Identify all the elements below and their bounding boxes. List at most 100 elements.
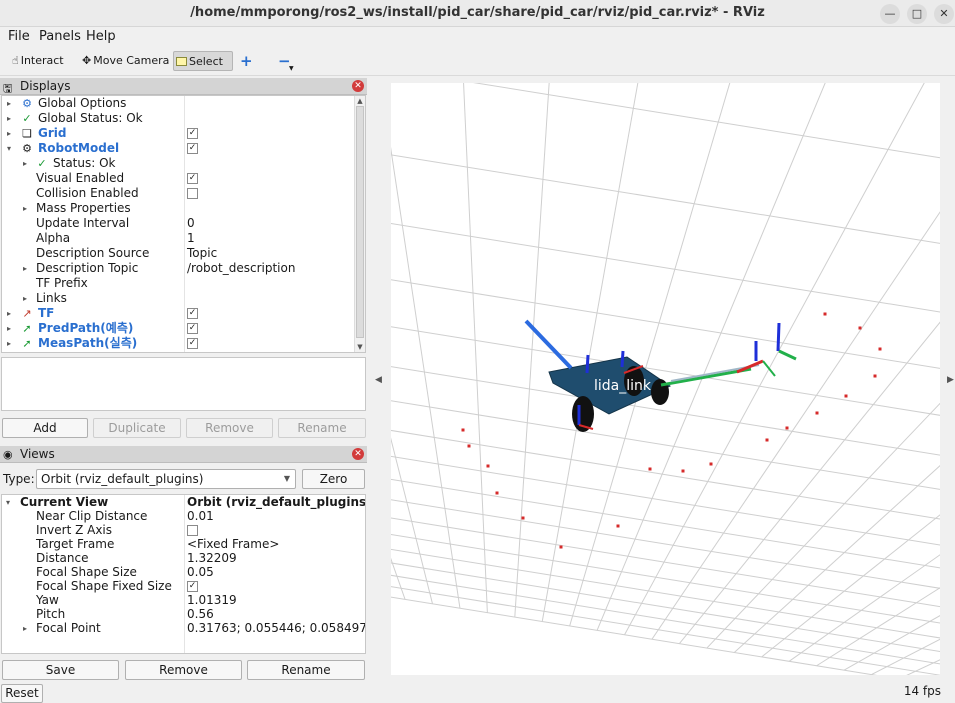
- row-value[interactable]: 0: [187, 216, 195, 231]
- collapse-left-icon[interactable]: ◀: [375, 375, 382, 385]
- displays-tree[interactable]: ▸ ⚙ Global Options ▸ ✓ Global Status: Ok…: [1, 95, 366, 353]
- expand-arrow-icon[interactable]: ▸: [7, 321, 17, 336]
- tf-checkbox[interactable]: ✓: [187, 308, 198, 319]
- remove-display-button[interactable]: Remove: [186, 418, 273, 438]
- display-tf[interactable]: ▸ ↗ TF ✓: [2, 306, 356, 321]
- prop-near-clip[interactable]: Near Clip Distance 0.01: [2, 509, 365, 524]
- prop-mass-properties[interactable]: ▸ Mass Properties: [2, 201, 356, 216]
- prop-pitch[interactable]: Pitch 0.56: [2, 607, 365, 622]
- display-grid[interactable]: ▸ ❏ Grid ✓: [2, 126, 356, 141]
- interact-tool-button[interactable]: ☝ Interact: [10, 51, 64, 71]
- row-value[interactable]: 0.01: [187, 509, 214, 524]
- expand-arrow-icon[interactable]: ▸: [7, 96, 17, 111]
- expand-arrow-icon[interactable]: ▸: [7, 111, 17, 126]
- prop-tf-prefix[interactable]: TF Prefix: [2, 276, 356, 291]
- zero-button[interactable]: Zero: [302, 469, 365, 489]
- add-display-button[interactable]: Add: [2, 418, 88, 438]
- display-robot-model[interactable]: ▾ ⚙ RobotModel ✓: [2, 141, 356, 156]
- row-value[interactable]: 1.32209: [187, 551, 237, 566]
- prop-focal-shape-size[interactable]: Focal Shape Size 0.05: [2, 565, 365, 580]
- reset-button[interactable]: Reset: [1, 684, 43, 703]
- row-label: Description Topic: [36, 261, 139, 275]
- prop-distance[interactable]: Distance 1.32209: [2, 551, 365, 566]
- collapse-arrow-icon[interactable]: ▾: [7, 141, 17, 156]
- interact-label: Interact: [20, 54, 64, 67]
- expand-arrow-icon[interactable]: ▸: [23, 201, 33, 216]
- row-value[interactable]: 1: [187, 231, 195, 246]
- focal-shape-fixed-checkbox[interactable]: ✓: [187, 581, 198, 592]
- expand-arrow-icon[interactable]: ▸: [23, 156, 33, 171]
- prop-collision-enabled[interactable]: Collision Enabled: [2, 186, 356, 201]
- prop-focal-point[interactable]: ▸ Focal Point 0.31763; 0.055446; 0.05849…: [2, 621, 365, 636]
- menu-file[interactable]: File: [8, 29, 30, 44]
- expand-arrow-icon[interactable]: ▸: [23, 621, 33, 636]
- row-value[interactable]: 0.05: [187, 565, 214, 580]
- row-value[interactable]: /robot_description: [187, 261, 295, 276]
- views-title: Views: [20, 447, 55, 461]
- select-tool-button[interactable]: Select: [173, 51, 233, 71]
- menu-panels[interactable]: Panels: [39, 29, 81, 44]
- row-value[interactable]: Topic: [187, 246, 217, 261]
- pred-path-checkbox[interactable]: ✓: [187, 323, 198, 334]
- view-type-select[interactable]: Orbit (rviz_default_plugins) ▼: [36, 469, 296, 489]
- close-icon[interactable]: ✕: [934, 4, 954, 24]
- prop-invert-z[interactable]: Invert Z Axis: [2, 523, 365, 538]
- display-meas-path[interactable]: ▸ ➚ MeasPath(실측) ✓: [2, 336, 356, 351]
- display-pred-path[interactable]: ▸ ➚ PredPath(예측) ✓: [2, 321, 356, 336]
- rename-display-button[interactable]: Rename: [278, 418, 366, 438]
- prop-visual-enabled[interactable]: Visual Enabled ✓: [2, 171, 356, 186]
- collapse-right-icon[interactable]: ▶: [947, 375, 954, 385]
- prop-description-source[interactable]: Description Source Topic: [2, 246, 356, 261]
- meas-path-checkbox[interactable]: ✓: [187, 338, 198, 349]
- add-tool-icon[interactable]: +: [238, 51, 253, 71]
- menu-help[interactable]: Help: [86, 29, 116, 44]
- row-value[interactable]: <Fixed Frame>: [187, 537, 279, 552]
- close-icon[interactable]: ✕: [352, 448, 364, 460]
- robot-model-status[interactable]: ▸ ✓ Status: Ok: [2, 156, 356, 171]
- save-view-button[interactable]: Save: [2, 660, 119, 680]
- display-global-options[interactable]: ▸ ⚙ Global Options: [2, 96, 356, 111]
- render-viewport[interactable]: lida_link: [391, 83, 940, 675]
- collapse-arrow-icon[interactable]: ▾: [6, 495, 16, 510]
- prop-focal-shape-fixed[interactable]: Focal Shape Fixed Size ✓: [2, 579, 365, 594]
- row-value[interactable]: 0.56: [187, 607, 214, 622]
- prop-alpha[interactable]: Alpha 1: [2, 231, 356, 246]
- scrollbar-thumb[interactable]: [356, 106, 364, 338]
- displays-scrollbar[interactable]: ▲ ▼: [354, 96, 365, 352]
- expand-arrow-icon[interactable]: ▸: [7, 126, 17, 141]
- expand-arrow-icon[interactable]: ▸: [23, 291, 33, 306]
- row-value[interactable]: 1.01319: [187, 593, 237, 608]
- robot-model-checkbox[interactable]: ✓: [187, 143, 198, 154]
- collision-enabled-checkbox[interactable]: [187, 188, 198, 199]
- prop-update-interval[interactable]: Update Interval 0: [2, 216, 356, 231]
- prop-description-topic[interactable]: ▸ Description Topic /robot_description: [2, 261, 356, 276]
- expand-arrow-icon[interactable]: ▸: [7, 306, 17, 321]
- maximize-icon[interactable]: □: [907, 4, 927, 24]
- scroll-up-icon[interactable]: ▲: [355, 97, 365, 105]
- invert-z-checkbox[interactable]: [187, 525, 198, 536]
- expand-arrow-icon[interactable]: ▸: [7, 336, 17, 351]
- path-point: [495, 491, 499, 495]
- remove-view-button[interactable]: Remove: [125, 660, 242, 680]
- grid-line: [541, 83, 639, 622]
- prop-target-frame[interactable]: Target Frame <Fixed Frame>: [2, 537, 365, 552]
- view-type-label: Type:: [3, 472, 35, 486]
- row-value[interactable]: 0.31763; 0.055446; 0.058497: [187, 621, 365, 636]
- views-tree[interactable]: ▾ Current View Orbit (rviz_default_plugi…: [1, 494, 366, 654]
- prop-yaw[interactable]: Yaw 1.01319: [2, 593, 365, 608]
- close-icon[interactable]: ✕: [352, 80, 364, 92]
- minimize-icon[interactable]: —: [880, 4, 900, 24]
- rename-view-button[interactable]: Rename: [247, 660, 365, 680]
- expand-arrow-icon[interactable]: ▸: [23, 261, 33, 276]
- tool-dropdown-icon[interactable]: ▼: [287, 59, 294, 79]
- prop-links[interactable]: ▸ Links: [2, 291, 356, 306]
- current-view-row[interactable]: ▾ Current View Orbit (rviz_default_plugi…: [2, 495, 365, 510]
- move-camera-tool-button[interactable]: ✥ Move Camera: [80, 51, 169, 71]
- 3d-scene[interactable]: lida_link: [391, 83, 940, 675]
- display-global-status[interactable]: ▸ ✓ Global Status: Ok: [2, 111, 356, 126]
- row-label: Mass Properties: [36, 201, 131, 215]
- grid-checkbox[interactable]: ✓: [187, 128, 198, 139]
- scroll-down-icon[interactable]: ▼: [355, 343, 365, 351]
- visual-enabled-checkbox[interactable]: ✓: [187, 173, 198, 184]
- duplicate-display-button[interactable]: Duplicate: [93, 418, 181, 438]
